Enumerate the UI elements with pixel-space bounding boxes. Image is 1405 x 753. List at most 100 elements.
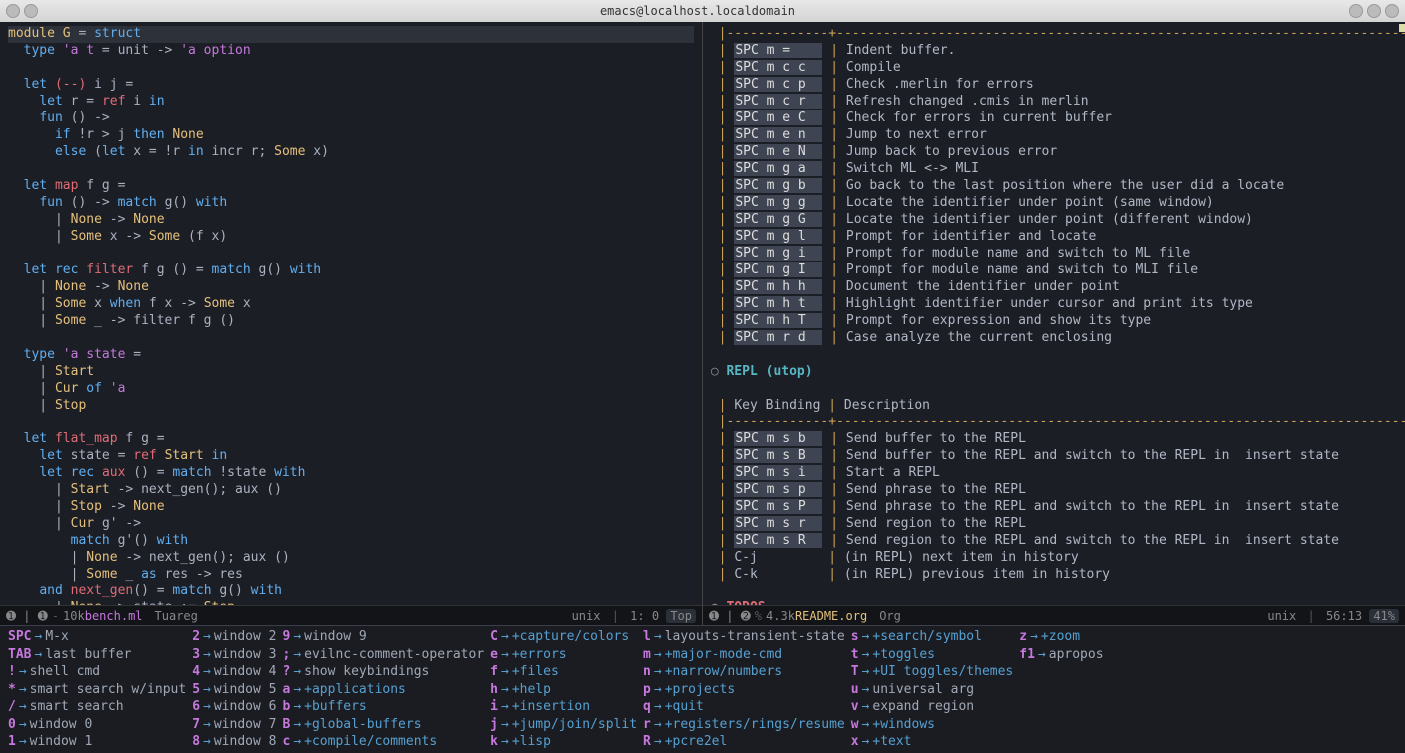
binding-description: Locate the identifier under point (diffe… bbox=[846, 212, 1253, 227]
which-key-key[interactable]: f1 bbox=[1019, 647, 1035, 662]
buffer-size: 4.3k bbox=[766, 609, 795, 623]
window-menu-icon[interactable] bbox=[6, 4, 20, 18]
which-key-command: last buffer bbox=[45, 647, 131, 662]
which-key-command: +files bbox=[512, 664, 559, 679]
which-key-key[interactable]: x bbox=[851, 734, 859, 749]
cursor-pos: 56:13 bbox=[1326, 609, 1362, 623]
keybinding: SPC m s R bbox=[734, 533, 822, 548]
which-key-key[interactable]: T bbox=[851, 664, 859, 679]
keybinding: SPC m g l bbox=[734, 229, 822, 244]
which-key-key[interactable]: k bbox=[490, 734, 498, 749]
which-key-command: universal arg bbox=[872, 682, 974, 697]
which-key-command: +compile/comments bbox=[304, 734, 437, 749]
which-key-key[interactable]: r bbox=[643, 717, 651, 732]
which-key-key[interactable]: e bbox=[490, 647, 498, 662]
which-key-key[interactable]: 5 bbox=[192, 682, 200, 697]
binding-description: Prompt for identifier and locate bbox=[846, 229, 1096, 244]
which-key-key[interactable]: m bbox=[643, 647, 651, 662]
binding-description: Check .merlin for errors bbox=[846, 77, 1034, 92]
which-key-key[interactable]: ? bbox=[282, 664, 290, 679]
binding-description: Check for errors in current buffer bbox=[846, 110, 1112, 125]
which-key-command: show keybindings bbox=[304, 664, 429, 679]
keybinding: SPC m g a bbox=[734, 161, 822, 176]
keybinding: SPC m s r bbox=[734, 516, 822, 531]
which-key-key[interactable]: R bbox=[643, 734, 651, 749]
which-key-key[interactable]: a bbox=[282, 682, 290, 697]
org-buffer[interactable]: |-------------+-------------------------… bbox=[703, 22, 1405, 605]
which-key-command: window 8 bbox=[214, 734, 277, 749]
binding-description: Send buffer to the REPL and switch to th… bbox=[846, 448, 1339, 463]
which-key-key[interactable]: f bbox=[490, 664, 498, 679]
which-key-key[interactable]: ; bbox=[282, 647, 290, 662]
which-key-key[interactable]: TAB bbox=[8, 647, 31, 662]
which-key-key[interactable]: 6 bbox=[192, 699, 200, 714]
right-pane[interactable]: |-------------+-------------------------… bbox=[703, 22, 1405, 625]
code-buffer[interactable]: module G = struct type 'a t = unit -> 'a… bbox=[0, 22, 702, 605]
binding-description: Switch ML <-> MLI bbox=[846, 161, 979, 176]
os-label: unix bbox=[572, 609, 601, 623]
left-pane[interactable]: module G = struct type 'a t = unit -> 'a… bbox=[0, 22, 703, 625]
binding-description: Document the identifier under point bbox=[846, 279, 1120, 294]
maximize-button[interactable] bbox=[1367, 4, 1381, 18]
which-key-key[interactable]: w bbox=[851, 717, 859, 732]
which-key-command: +quit bbox=[665, 699, 704, 714]
which-key-key[interactable]: B bbox=[282, 717, 290, 732]
which-key-key[interactable]: 0 bbox=[8, 717, 16, 732]
which-key-key[interactable]: c bbox=[282, 734, 290, 749]
binding-description: Send region to the REPL and switch to th… bbox=[846, 533, 1339, 548]
binding-description: Start a REPL bbox=[846, 465, 940, 480]
binding-description: Locate the identifier under point (same … bbox=[846, 195, 1214, 210]
which-key-command: M-x bbox=[45, 629, 68, 644]
which-key-key[interactable]: * bbox=[8, 682, 16, 697]
keybinding: SPC m h T bbox=[734, 313, 822, 328]
which-key-key[interactable]: h bbox=[490, 682, 498, 697]
which-key-key[interactable]: ! bbox=[8, 664, 16, 679]
which-key-command: window 4 bbox=[214, 664, 277, 679]
which-key-key[interactable]: 2 bbox=[192, 629, 200, 644]
which-key-key[interactable]: n bbox=[643, 664, 651, 679]
which-key-key[interactable]: 1 bbox=[8, 734, 16, 749]
scroll-indicator: 41% bbox=[1369, 609, 1399, 623]
close-button[interactable] bbox=[1385, 4, 1399, 18]
which-key-key[interactable]: s bbox=[851, 629, 859, 644]
which-key-command: window 2 bbox=[214, 629, 277, 644]
which-key-key[interactable]: C bbox=[490, 629, 498, 644]
binding-description: Prompt for module name and switch to ML … bbox=[846, 246, 1190, 261]
binding-description: Prompt for expression and show its type bbox=[846, 313, 1151, 328]
which-key-key[interactable]: 8 bbox=[192, 734, 200, 749]
keybinding: SPC m r d bbox=[734, 330, 822, 345]
modeline-window-num: ➊ | ➋ bbox=[709, 609, 751, 623]
which-key-command: +lisp bbox=[512, 734, 551, 749]
which-key-key[interactable]: v bbox=[851, 699, 859, 714]
which-key-key[interactable]: t bbox=[851, 647, 859, 662]
which-key-key[interactable]: i bbox=[490, 699, 498, 714]
which-key-command: window 1 bbox=[30, 734, 93, 749]
which-key-key[interactable]: 4 bbox=[192, 664, 200, 679]
which-key-command: layouts-transient-state bbox=[665, 629, 845, 644]
which-key-key[interactable]: 7 bbox=[192, 717, 200, 732]
which-key-command: window 6 bbox=[214, 699, 277, 714]
cursor-pos: 1: 0 bbox=[630, 609, 659, 623]
minimize-button[interactable] bbox=[1349, 4, 1363, 18]
which-key-key[interactable]: 3 bbox=[192, 647, 200, 662]
which-key-key[interactable]: p bbox=[643, 682, 651, 697]
which-key-key[interactable]: z bbox=[1019, 629, 1027, 644]
which-key-key[interactable]: u bbox=[851, 682, 859, 697]
keybinding: SPC m = bbox=[734, 43, 822, 58]
which-key-key[interactable]: b bbox=[282, 699, 290, 714]
buffer-filename: README.org bbox=[795, 609, 867, 623]
keybinding: SPC m s b bbox=[734, 431, 822, 446]
which-key-key[interactable]: 9 bbox=[282, 629, 290, 644]
which-key-key[interactable]: l bbox=[643, 629, 651, 644]
which-key-key[interactable]: q bbox=[643, 699, 651, 714]
binding-description: Go back to the last position where the u… bbox=[846, 178, 1284, 193]
keybinding: SPC m s i bbox=[734, 465, 822, 480]
keybinding: SPC m c c bbox=[734, 60, 822, 75]
keybinding: SPC m c r bbox=[734, 94, 822, 109]
which-key-command: smart search w/input bbox=[30, 682, 187, 697]
left-modeline: ➊ | ➊ - 10k bench.ml Tuareg unix | 1: 0 … bbox=[0, 605, 702, 625]
which-key-key[interactable]: SPC bbox=[8, 629, 31, 644]
which-key-key[interactable]: j bbox=[490, 717, 498, 732]
which-key-key[interactable]: / bbox=[8, 699, 16, 714]
binding-description: Indent buffer. bbox=[846, 43, 956, 58]
